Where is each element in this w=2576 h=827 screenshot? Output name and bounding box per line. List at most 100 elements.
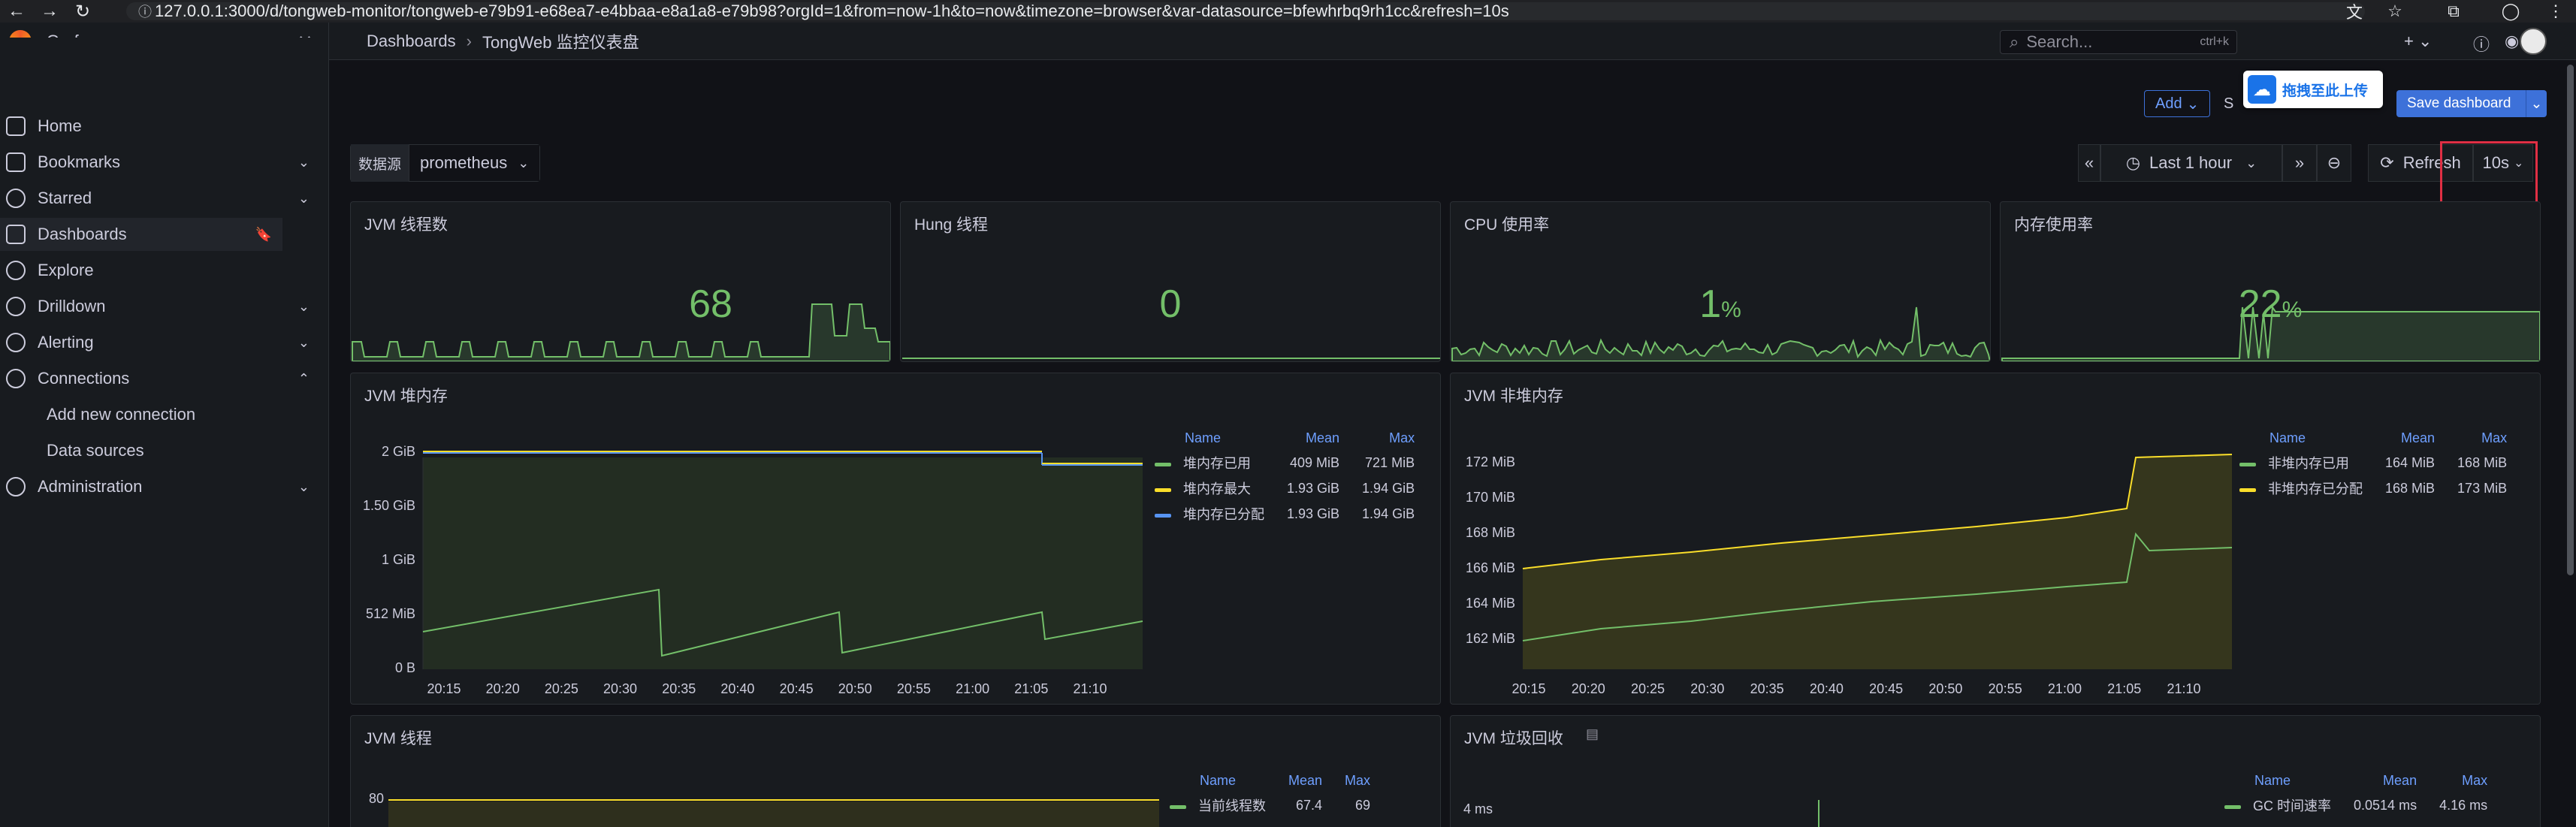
settings-button[interactable]: S	[2224, 90, 2233, 117]
legend-mean: 67.4	[1295, 797, 1323, 813]
reload-icon[interactable]: ↻	[66, 0, 99, 23]
sidebar-item-alerting[interactable]: Alerting ⌄	[0, 326, 329, 359]
profile-icon[interactable]: ◯	[2494, 0, 2527, 23]
help-icon[interactable]: ⓘ	[2473, 32, 2490, 56]
x-tick: 20:25	[1631, 681, 1665, 696]
chevron-down-icon[interactable]: ⌄	[2526, 90, 2547, 117]
legend-row[interactable]: 堆内存已用 409 MiB 721 MiB	[1155, 450, 1422, 475]
stat-panel-jvm-threads[interactable]: JVM 线程数 68	[350, 201, 891, 362]
bookmark-star-icon[interactable]: ☆	[2378, 0, 2411, 23]
legend-header-mean[interactable]: Mean	[1272, 426, 1347, 450]
sidebar-item-starred[interactable]: Starred ⌄	[0, 182, 329, 215]
zoom-out-button[interactable]: ⊖	[2317, 144, 2351, 182]
threads-chart: 80	[369, 791, 1159, 827]
address-bar[interactable]: ⓘ 127.0.0.1:3000/d/tongweb-monitor/tongw…	[126, 2, 2365, 20]
upload-popup[interactable]: ☁ 拖拽至此上传	[2243, 71, 2383, 108]
legend-header-name[interactable]: Name	[2239, 426, 2370, 450]
y-tick: 1 GiB	[382, 552, 415, 567]
bookmark-toggle-icon[interactable]: 🔖	[255, 227, 272, 243]
search-input[interactable]: ⌕ Search... ctrl+k	[2000, 30, 2237, 54]
x-tick: 20:35	[1750, 681, 1784, 696]
x-tick: 20:35	[662, 681, 696, 696]
news-icon[interactable]: ◉	[2505, 32, 2519, 51]
avatar[interactable]	[2520, 28, 2547, 55]
series-swatch	[1155, 513, 1171, 518]
panel-jvm-gc[interactable]: JVM 垃圾回收 ▤ 4 ms Name Mean Max GC 时间速率 0.…	[1450, 715, 2541, 827]
legend-row[interactable]: 非堆内存已分配 168 MiB 173 MiB	[2239, 475, 2514, 501]
sidebar-item-connections[interactable]: Connections ⌃	[0, 362, 329, 395]
sparkline	[1451, 306, 1990, 361]
browser-menu-icon[interactable]: ⋮	[2539, 0, 2572, 23]
chevron-down-icon[interactable]: ⌄	[298, 299, 310, 315]
stat-panel-cpu[interactable]: CPU 使用率 1%	[1450, 201, 1991, 362]
star-icon	[6, 189, 26, 208]
panel-jvm-nonheap[interactable]: JVM 非堆内存 172 MiB 170 MiB 168 MiB 166 MiB…	[1450, 373, 2541, 705]
legend-header-max[interactable]: Max	[1330, 768, 1378, 792]
time-shift-forward-button[interactable]: »	[2282, 144, 2317, 182]
legend-header-name[interactable]: Name	[1155, 426, 1272, 450]
datasource-select[interactable]: prometheus ⌄	[409, 145, 540, 181]
sidebar-item-drilldown[interactable]: Drilldown ⌄	[0, 290, 329, 323]
sidebar-item-label: Administration	[38, 477, 143, 496]
y-tick: 168 MiB	[1466, 525, 1515, 540]
site-info-icon[interactable]: ⓘ	[138, 2, 155, 21]
datasource-variable[interactable]: 数据源 prometheus ⌄	[350, 144, 541, 182]
legend-header-max[interactable]: Max	[2424, 768, 2495, 792]
breadcrumb-dashboards[interactable]: Dashboards	[367, 32, 456, 51]
sidebar-item-data-sources[interactable]: Data sources	[0, 434, 329, 467]
sidebar-item-add-new-connection[interactable]: Add new connection	[0, 398, 329, 431]
legend-header-max[interactable]: Max	[2442, 426, 2514, 450]
page-scrollbar-thumb[interactable]	[2567, 65, 2574, 575]
chevron-down-icon[interactable]: ⌄	[298, 335, 310, 351]
legend-header-name[interactable]: Name	[1170, 768, 1273, 792]
breadcrumb: Dashboards › TongWeb 监控仪表盘	[367, 29, 639, 53]
y-tick: 4 ms	[1463, 801, 1493, 816]
panel-jvm-threads[interactable]: JVM 线程 80 Name Mean Max 当前线程数 67.4 69	[350, 715, 1441, 827]
browser-toolbar: ← → ↻ ⓘ 127.0.0.1:3000/d/tongweb-monitor…	[0, 0, 2576, 23]
legend-header-mean[interactable]: Mean	[1273, 768, 1330, 792]
x-tick: 20:40	[720, 681, 754, 696]
legend-series-name: 堆内存已分配	[1183, 507, 1264, 522]
datasource-label: 数据源	[351, 144, 410, 182]
chevron-down-icon[interactable]: ⌄	[298, 155, 310, 171]
sidebar-item-home[interactable]: Home	[0, 110, 329, 143]
sidebar-item-administration[interactable]: Administration ⌄	[0, 470, 329, 503]
stat-panel-hung-threads[interactable]: Hung 线程 0	[900, 201, 1441, 362]
forward-icon[interactable]: →	[33, 0, 66, 23]
y-tick: 80	[369, 791, 384, 806]
x-tick: 21:05	[2107, 681, 2141, 696]
legend-row[interactable]: 非堆内存已用 164 MiB 168 MiB	[2239, 450, 2514, 475]
legend-row[interactable]: GC 时间速率 0.0514 ms 4.16 ms	[2224, 792, 2495, 818]
sidebar-item-explore[interactable]: Explore	[0, 254, 329, 287]
stat-panel-memory[interactable]: 内存使用率 22%	[2000, 201, 2541, 362]
legend-row[interactable]: 堆内存已分配 1.93 GiB 1.94 GiB	[1155, 501, 1422, 527]
x-tick: 20:50	[1928, 681, 1962, 696]
panel-jvm-heap[interactable]: JVM 堆内存 2 GiB 1.50 GiB 1 GiB 512 MiB 0 B…	[350, 373, 1441, 705]
highlight-box	[2440, 141, 2538, 206]
legend-header-max[interactable]: Max	[1347, 426, 1422, 450]
legend-header-mean[interactable]: Mean	[2370, 426, 2442, 450]
legend-row[interactable]: 当前线程数 67.4 69	[1170, 792, 1378, 818]
sidebar-item-dashboards[interactable]: Dashboards 🔖	[0, 218, 282, 251]
legend-header-mean[interactable]: Mean	[2339, 768, 2424, 792]
chevron-up-icon[interactable]: ⌃	[298, 371, 310, 387]
time-shift-back-button[interactable]: «	[2078, 144, 2100, 182]
time-range-picker[interactable]: ◷ Last 1 hour ⌄	[2100, 144, 2282, 182]
back-icon[interactable]: ←	[0, 0, 33, 23]
new-plus-icon[interactable]: + ⌄	[2404, 32, 2432, 51]
x-tick: 20:45	[1869, 681, 1903, 696]
chevron-down-icon[interactable]: ⌄	[298, 191, 310, 207]
search-shortcut: ctrl+k	[2200, 35, 2229, 48]
add-button[interactable]: Add ⌄	[2144, 90, 2211, 117]
chevron-down-icon[interactable]: ⌄	[298, 479, 310, 495]
translate-icon[interactable]: 文	[2338, 0, 2371, 23]
sidebar-item-bookmarks[interactable]: Bookmarks ⌄	[0, 146, 329, 179]
chevron-down-icon: ⌄	[518, 155, 530, 171]
legend-header-name[interactable]: Name	[2224, 768, 2339, 792]
legend-mean: 409 MiB	[1290, 454, 1340, 470]
sidebar-item-label: Home	[38, 116, 82, 135]
legend-row[interactable]: 堆内存最大 1.93 GiB 1.94 GiB	[1155, 475, 1422, 501]
save-dashboard-button[interactable]: Save dashboard ⌄	[2396, 90, 2547, 117]
extensions-icon[interactable]: ⧉	[2437, 0, 2470, 23]
x-tick: 20:30	[1690, 681, 1724, 696]
